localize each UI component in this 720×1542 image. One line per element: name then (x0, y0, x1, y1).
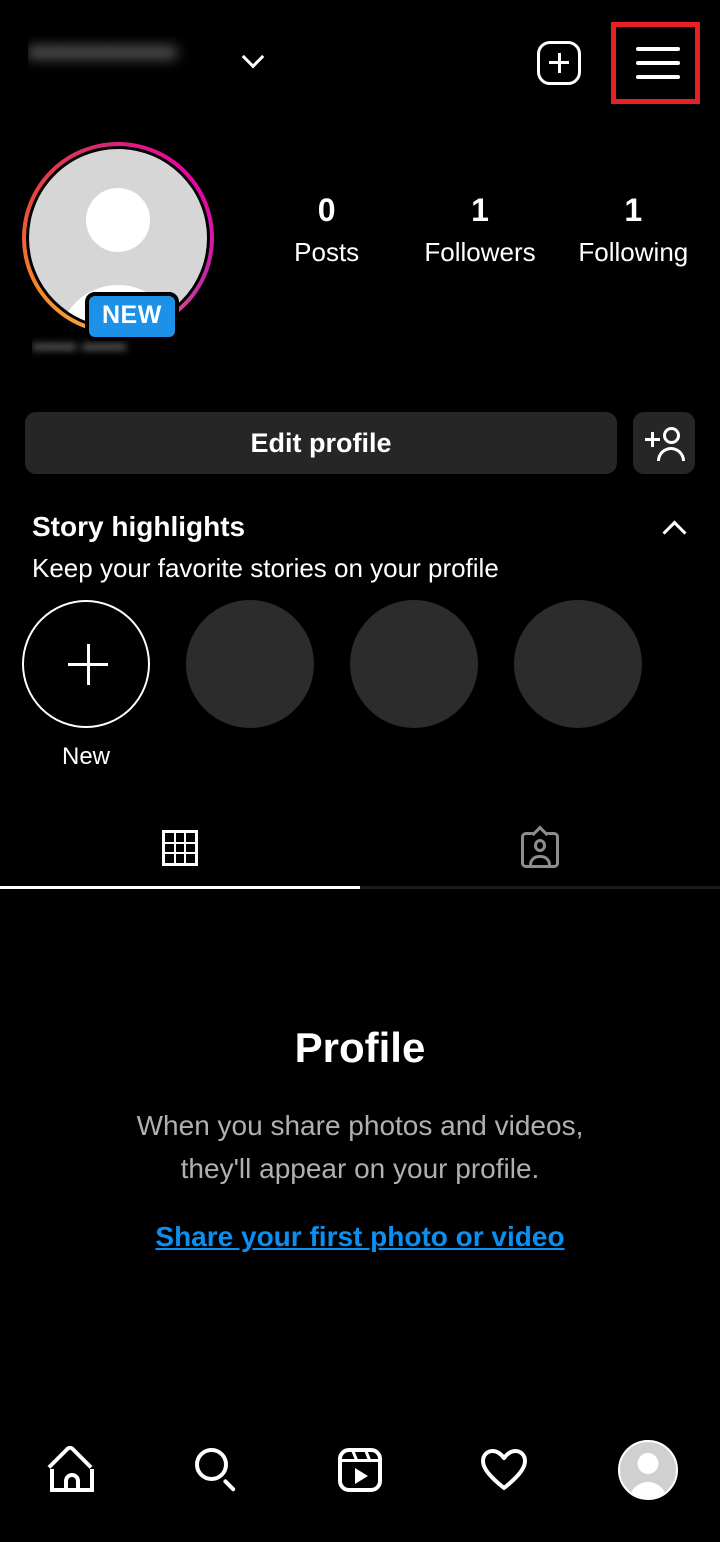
hamburger-line (636, 75, 680, 79)
person-plus-bar-v (651, 432, 654, 447)
search-handle (222, 1478, 237, 1492)
chevron-up-icon[interactable] (662, 516, 686, 540)
username-text: •••••••••••• (28, 36, 177, 72)
edit-profile-button[interactable]: Edit profile (25, 412, 617, 474)
tab-tagged[interactable] (360, 805, 720, 891)
hamburger-line (636, 61, 680, 65)
empty-state-description-line1: When you share photos and videos, (136, 1110, 584, 1141)
highlight-placeholder-circle (514, 600, 642, 728)
add-person-button[interactable] (633, 412, 695, 474)
tagged-person-icon (521, 825, 559, 868)
nav-activity[interactable] (432, 1397, 576, 1542)
grid-cell (175, 854, 185, 863)
plus-square-icon[interactable] (537, 41, 581, 85)
tab-posts[interactable] (0, 805, 360, 891)
highlight-item-placeholder[interactable] (514, 600, 642, 772)
reels-bar (340, 1458, 380, 1462)
grid-cell (175, 833, 185, 842)
account-switcher[interactable]: •••••••••••• (28, 36, 264, 76)
empty-state-description-line2: they'll appear on your profile. (180, 1153, 540, 1184)
home-door (64, 1472, 80, 1492)
empty-state: Profile When you share photos and videos… (0, 1020, 720, 1256)
search-icon (193, 1447, 239, 1493)
bottom-navigation (0, 1397, 720, 1542)
stat-followers-count: 1 (471, 192, 489, 228)
grid-icon (162, 830, 198, 866)
home-icon (47, 1442, 95, 1493)
stat-posts-count: 0 (317, 192, 336, 228)
person-plus-head (663, 427, 680, 444)
stat-posts-label: Posts (294, 237, 360, 267)
nav-search[interactable] (144, 1397, 288, 1542)
nav-avatar-body (629, 1481, 667, 1498)
stat-followers-label: Followers (424, 237, 536, 267)
story-highlights-title: Story highlights (32, 511, 246, 542)
nav-avatar-head (637, 1452, 659, 1474)
profile-tabs (0, 805, 720, 891)
highlight-item-placeholder[interactable] (186, 600, 314, 772)
story-highlights-subtitle: Keep your favorite stories on your profi… (32, 553, 499, 583)
story-new-badge[interactable]: NEW (85, 292, 179, 341)
tagged-head (534, 839, 546, 852)
profile-avatar[interactable]: NEW (22, 142, 218, 341)
top-bar: •••••••••••• (0, 0, 720, 125)
stat-following[interactable]: 1 Following (557, 190, 710, 270)
nav-reels[interactable] (288, 1397, 432, 1542)
chevron-down-icon[interactable] (242, 47, 264, 69)
hamburger-line (636, 47, 680, 51)
plus-icon[interactable] (22, 600, 150, 728)
person-plus-icon (645, 427, 685, 461)
grid-cell (165, 843, 174, 853)
empty-state-description: When you share photos and videos, they'l… (0, 1104, 720, 1190)
stat-following-count: 1 (624, 192, 643, 228)
stat-posts[interactable]: 0 Posts (250, 190, 403, 270)
stat-following-label: Following (578, 237, 689, 267)
grid-cell (186, 833, 195, 842)
hamburger-menu-icon[interactable] (636, 47, 680, 79)
profile-stats: 0 Posts 1 Followers 1 Following (250, 190, 710, 270)
username-blurred: •••••••••••• (28, 36, 228, 76)
share-first-photo-link[interactable]: Share your first photo or video (155, 1218, 564, 1256)
profile-avatar-icon (618, 1439, 678, 1500)
highlight-placeholder-circle (186, 600, 314, 728)
highlight-new-label: New (61, 743, 110, 770)
nav-home[interactable] (0, 1397, 144, 1542)
reels-play-triangle (355, 1467, 368, 1484)
reels-icon (338, 1447, 382, 1492)
tab-active-underline (0, 886, 360, 889)
highlight-placeholder-circle (350, 600, 478, 728)
story-highlights-header: Story highlights Keep your favorite stor… (32, 508, 688, 586)
stat-followers[interactable]: 1 Followers (403, 190, 556, 270)
search-lens (195, 1447, 228, 1481)
highlight-item-placeholder[interactable] (350, 600, 478, 772)
heart-icon (481, 1448, 527, 1491)
instagram-profile-screen: •••••••••••• NEW •••••• •••••• 0 Posts 1… (0, 0, 720, 1542)
grid-cell (186, 854, 195, 863)
empty-state-title: Profile (294, 1024, 426, 1071)
story-highlights-list: New (22, 600, 642, 772)
grid-cell (186, 843, 195, 853)
avatar-head (86, 188, 150, 253)
nav-profile[interactable] (576, 1397, 720, 1542)
highlight-item-new[interactable]: New (22, 600, 150, 772)
grid-cell (165, 854, 174, 863)
grid-cell (175, 843, 185, 853)
grid-cell (165, 833, 174, 842)
hamburger-menu-highlight-box (611, 22, 700, 104)
person-plus-body (657, 447, 685, 461)
